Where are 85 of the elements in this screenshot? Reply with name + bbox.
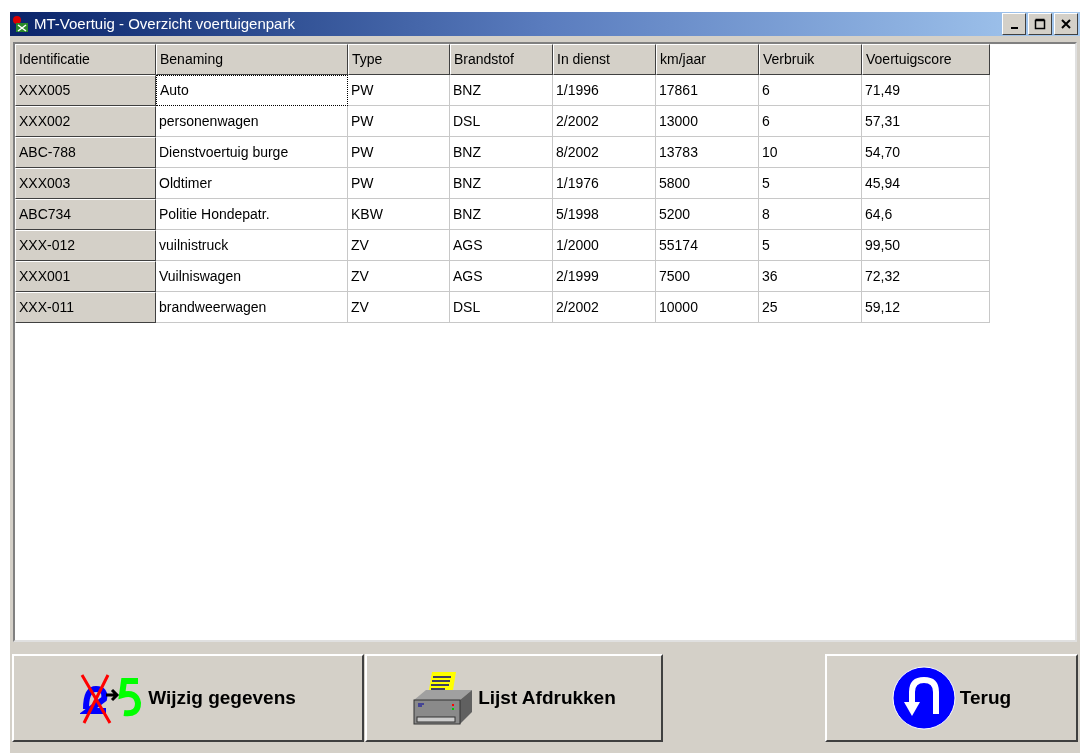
back-button[interactable]: Terug bbox=[825, 654, 1078, 742]
table-cell: 99,50 bbox=[862, 230, 990, 261]
table-cell: 6 bbox=[759, 75, 862, 106]
table-cell: KBW bbox=[348, 199, 450, 230]
table-cell: 55174 bbox=[656, 230, 759, 261]
close-icon bbox=[1060, 18, 1072, 30]
table-cell: AGS bbox=[450, 261, 553, 292]
table-cell: 64,6 bbox=[862, 199, 990, 230]
table-cell: BNZ bbox=[450, 75, 553, 106]
table-cell: DSL bbox=[450, 292, 553, 323]
table-cell: Vuilniswagen bbox=[156, 261, 348, 292]
maximize-button[interactable] bbox=[1028, 13, 1052, 35]
table-cell: brandweerwagen bbox=[156, 292, 348, 323]
table-cell: 54,70 bbox=[862, 137, 990, 168]
column-header[interactable]: In dienst bbox=[553, 44, 656, 75]
column-header[interactable]: km/jaar bbox=[656, 44, 759, 75]
window-title: MT-Voertuig - Overzicht voertuigenpark bbox=[34, 13, 295, 34]
table-cell: ZV bbox=[348, 261, 450, 292]
table-cell: 57,31 bbox=[862, 106, 990, 137]
table-cell: 2/1999 bbox=[553, 261, 656, 292]
column-header[interactable]: Benaming bbox=[156, 44, 348, 75]
column-header[interactable]: Brandstof bbox=[450, 44, 553, 75]
table-cell: vuilnistruck bbox=[156, 230, 348, 261]
table-cell: 5 bbox=[759, 230, 862, 261]
column-header[interactable]: Type bbox=[348, 44, 450, 75]
row-header[interactable]: XXX-011 bbox=[15, 292, 156, 323]
table-cell: 13000 bbox=[656, 106, 759, 137]
table-cell: 8 bbox=[759, 199, 862, 230]
table-cell: Auto bbox=[156, 75, 348, 106]
table-cell: 7500 bbox=[656, 261, 759, 292]
table-cell: 10000 bbox=[656, 292, 759, 323]
table-cell: 5/1998 bbox=[553, 199, 656, 230]
table-cell: 5800 bbox=[656, 168, 759, 199]
row-header[interactable]: ABC734 bbox=[15, 199, 156, 230]
edit-button[interactable]: Wijzig gegevens bbox=[12, 654, 364, 742]
table-cell: Oldtimer bbox=[156, 168, 348, 199]
table-cell: 8/2002 bbox=[553, 137, 656, 168]
maximize-icon bbox=[1034, 18, 1046, 30]
close-button[interactable] bbox=[1054, 13, 1078, 35]
row-header[interactable]: XXX-012 bbox=[15, 230, 156, 261]
table-cell: 2/2002 bbox=[553, 292, 656, 323]
column-header[interactable]: Verbruik bbox=[759, 44, 862, 75]
table-cell: ZV bbox=[348, 230, 450, 261]
table-cell: 72,32 bbox=[862, 261, 990, 292]
table-cell: personenwagen bbox=[156, 106, 348, 137]
app-icon bbox=[12, 15, 30, 33]
table-cell: 1/2000 bbox=[553, 230, 656, 261]
row-header[interactable]: XXX001 bbox=[15, 261, 156, 292]
table-cell: PW bbox=[348, 137, 450, 168]
row-header[interactable]: ABC-788 bbox=[15, 137, 156, 168]
table-cell: 71,49 bbox=[862, 75, 990, 106]
table-cell: BNZ bbox=[450, 168, 553, 199]
table-cell: 17861 bbox=[656, 75, 759, 106]
column-header[interactable]: Identificatie bbox=[15, 44, 156, 75]
table-cell: AGS bbox=[450, 230, 553, 261]
table-cell: 5 bbox=[759, 168, 862, 199]
row-header[interactable]: XXX003 bbox=[15, 168, 156, 199]
row-header[interactable]: XXX005 bbox=[15, 75, 156, 106]
printer-icon bbox=[412, 670, 475, 726]
table-cell: PW bbox=[348, 106, 450, 137]
table-cell: Dienstvoertuig burge bbox=[156, 137, 348, 168]
table-cell: 45,94 bbox=[862, 168, 990, 199]
table-cell: 59,12 bbox=[862, 292, 990, 323]
table-cell: PW bbox=[348, 168, 450, 199]
print-button[interactable]: Lijst Afdrukken bbox=[365, 654, 663, 742]
table-cell: 36 bbox=[759, 261, 862, 292]
minimize-button[interactable] bbox=[1002, 13, 1026, 35]
table-cell: 6 bbox=[759, 106, 862, 137]
column-header[interactable]: Voertuigscore bbox=[862, 44, 990, 75]
table-cell: 5200 bbox=[656, 199, 759, 230]
u-turn-icon bbox=[891, 666, 956, 730]
table-cell: 25 bbox=[759, 292, 862, 323]
table-cell: 10 bbox=[759, 137, 862, 168]
table-cell: BNZ bbox=[450, 199, 553, 230]
table-cell: 1/1976 bbox=[553, 168, 656, 199]
row-header[interactable]: XXX002 bbox=[15, 106, 156, 137]
minimize-icon bbox=[1010, 27, 1018, 29]
table-cell: Politie Hondepatr. bbox=[156, 199, 348, 230]
table-cell: 2/2002 bbox=[553, 106, 656, 137]
table-cell: BNZ bbox=[450, 137, 553, 168]
table-cell: DSL bbox=[450, 106, 553, 137]
table-cell: 1/1996 bbox=[553, 75, 656, 106]
table-cell: 13783 bbox=[656, 137, 759, 168]
table-cell: PW bbox=[348, 75, 450, 106]
table-cell: ZV bbox=[348, 292, 450, 323]
